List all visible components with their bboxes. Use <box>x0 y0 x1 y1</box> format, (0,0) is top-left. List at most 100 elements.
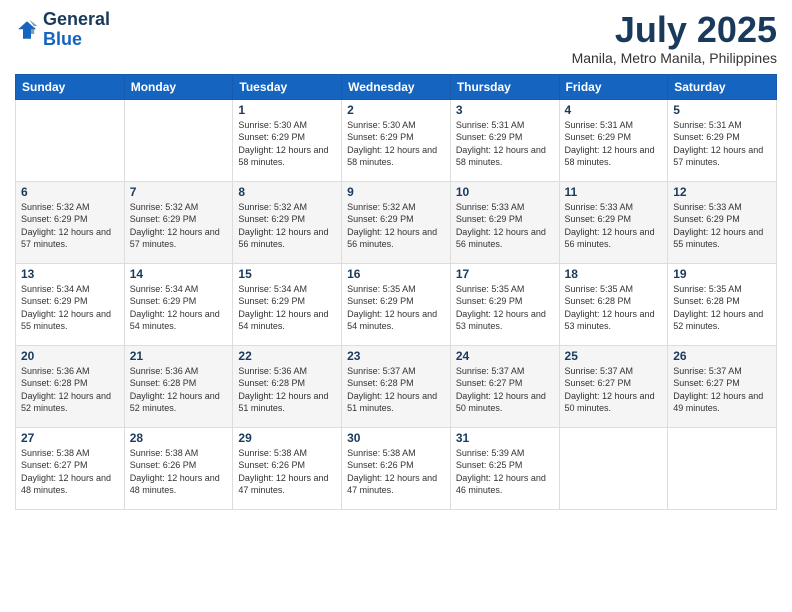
day-number: 23 <box>347 349 445 363</box>
day-number: 25 <box>565 349 663 363</box>
day-info: Sunrise: 5:32 AMSunset: 6:29 PMDaylight:… <box>130 202 220 250</box>
day-info: Sunrise: 5:30 AMSunset: 6:29 PMDaylight:… <box>238 120 328 168</box>
calendar-cell: 9 Sunrise: 5:32 AMSunset: 6:29 PMDayligh… <box>342 181 451 263</box>
day-info: Sunrise: 5:35 AMSunset: 6:29 PMDaylight:… <box>347 284 437 332</box>
calendar-cell: 29 Sunrise: 5:38 AMSunset: 6:26 PMDaylig… <box>233 427 342 509</box>
calendar-cell: 16 Sunrise: 5:35 AMSunset: 6:29 PMDaylig… <box>342 263 451 345</box>
day-info: Sunrise: 5:31 AMSunset: 6:29 PMDaylight:… <box>565 120 655 168</box>
day-number: 11 <box>565 185 663 199</box>
logo-general: General <box>43 9 110 29</box>
logo: General Blue <box>15 10 110 50</box>
day-number: 28 <box>130 431 228 445</box>
calendar-cell: 2 Sunrise: 5:30 AMSunset: 6:29 PMDayligh… <box>342 99 451 181</box>
calendar-cell: 14 Sunrise: 5:34 AMSunset: 6:29 PMDaylig… <box>124 263 233 345</box>
day-number: 30 <box>347 431 445 445</box>
calendar-week-row: 27 Sunrise: 5:38 AMSunset: 6:27 PMDaylig… <box>16 427 777 509</box>
day-info: Sunrise: 5:34 AMSunset: 6:29 PMDaylight:… <box>238 284 328 332</box>
day-number: 9 <box>347 185 445 199</box>
day-info: Sunrise: 5:32 AMSunset: 6:29 PMDaylight:… <box>347 202 437 250</box>
day-info: Sunrise: 5:38 AMSunset: 6:27 PMDaylight:… <box>21 448 111 496</box>
day-info: Sunrise: 5:37 AMSunset: 6:27 PMDaylight:… <box>673 366 763 414</box>
day-info: Sunrise: 5:32 AMSunset: 6:29 PMDaylight:… <box>21 202 111 250</box>
day-number: 22 <box>238 349 336 363</box>
day-number: 14 <box>130 267 228 281</box>
day-info: Sunrise: 5:31 AMSunset: 6:29 PMDaylight:… <box>673 120 763 168</box>
day-info: Sunrise: 5:34 AMSunset: 6:29 PMDaylight:… <box>130 284 220 332</box>
day-number: 5 <box>673 103 771 117</box>
subtitle: Manila, Metro Manila, Philippines <box>572 50 777 66</box>
day-info: Sunrise: 5:37 AMSunset: 6:27 PMDaylight:… <box>565 366 655 414</box>
day-number: 2 <box>347 103 445 117</box>
col-friday: Friday <box>559 74 668 99</box>
calendar-cell: 18 Sunrise: 5:35 AMSunset: 6:28 PMDaylig… <box>559 263 668 345</box>
day-number: 24 <box>456 349 554 363</box>
header: General Blue July 2025 Manila, Metro Man… <box>15 10 777 66</box>
calendar-cell: 8 Sunrise: 5:32 AMSunset: 6:29 PMDayligh… <box>233 181 342 263</box>
calendar-cell: 11 Sunrise: 5:33 AMSunset: 6:29 PMDaylig… <box>559 181 668 263</box>
day-number: 12 <box>673 185 771 199</box>
day-number: 26 <box>673 349 771 363</box>
calendar-week-row: 6 Sunrise: 5:32 AMSunset: 6:29 PMDayligh… <box>16 181 777 263</box>
calendar-week-row: 1 Sunrise: 5:30 AMSunset: 6:29 PMDayligh… <box>16 99 777 181</box>
calendar-cell: 17 Sunrise: 5:35 AMSunset: 6:29 PMDaylig… <box>450 263 559 345</box>
day-info: Sunrise: 5:37 AMSunset: 6:28 PMDaylight:… <box>347 366 437 414</box>
day-number: 31 <box>456 431 554 445</box>
day-info: Sunrise: 5:38 AMSunset: 6:26 PMDaylight:… <box>238 448 328 496</box>
calendar-cell <box>559 427 668 509</box>
day-info: Sunrise: 5:37 AMSunset: 6:27 PMDaylight:… <box>456 366 546 414</box>
day-info: Sunrise: 5:31 AMSunset: 6:29 PMDaylight:… <box>456 120 546 168</box>
calendar-week-row: 13 Sunrise: 5:34 AMSunset: 6:29 PMDaylig… <box>16 263 777 345</box>
day-info: Sunrise: 5:35 AMSunset: 6:28 PMDaylight:… <box>673 284 763 332</box>
calendar-cell: 13 Sunrise: 5:34 AMSunset: 6:29 PMDaylig… <box>16 263 125 345</box>
day-number: 3 <box>456 103 554 117</box>
day-info: Sunrise: 5:36 AMSunset: 6:28 PMDaylight:… <box>238 366 328 414</box>
day-number: 21 <box>130 349 228 363</box>
day-number: 27 <box>21 431 119 445</box>
day-number: 29 <box>238 431 336 445</box>
day-number: 18 <box>565 267 663 281</box>
calendar-cell: 30 Sunrise: 5:38 AMSunset: 6:26 PMDaylig… <box>342 427 451 509</box>
calendar-cell: 22 Sunrise: 5:36 AMSunset: 6:28 PMDaylig… <box>233 345 342 427</box>
day-info: Sunrise: 5:35 AMSunset: 6:28 PMDaylight:… <box>565 284 655 332</box>
day-number: 7 <box>130 185 228 199</box>
logo-icon <box>15 18 39 42</box>
col-wednesday: Wednesday <box>342 74 451 99</box>
logo-text: General Blue <box>43 10 110 50</box>
day-info: Sunrise: 5:33 AMSunset: 6:29 PMDaylight:… <box>673 202 763 250</box>
col-monday: Monday <box>124 74 233 99</box>
calendar-cell: 27 Sunrise: 5:38 AMSunset: 6:27 PMDaylig… <box>16 427 125 509</box>
day-number: 15 <box>238 267 336 281</box>
calendar-table: Sunday Monday Tuesday Wednesday Thursday… <box>15 74 777 510</box>
day-info: Sunrise: 5:39 AMSunset: 6:25 PMDaylight:… <box>456 448 546 496</box>
calendar-cell: 28 Sunrise: 5:38 AMSunset: 6:26 PMDaylig… <box>124 427 233 509</box>
day-info: Sunrise: 5:33 AMSunset: 6:29 PMDaylight:… <box>565 202 655 250</box>
calendar-cell: 20 Sunrise: 5:36 AMSunset: 6:28 PMDaylig… <box>16 345 125 427</box>
day-info: Sunrise: 5:30 AMSunset: 6:29 PMDaylight:… <box>347 120 437 168</box>
day-number: 1 <box>238 103 336 117</box>
main-title: July 2025 <box>572 10 777 50</box>
logo-blue: Blue <box>43 29 82 49</box>
day-number: 10 <box>456 185 554 199</box>
col-thursday: Thursday <box>450 74 559 99</box>
calendar-cell: 26 Sunrise: 5:37 AMSunset: 6:27 PMDaylig… <box>668 345 777 427</box>
page: General Blue July 2025 Manila, Metro Man… <box>0 0 792 612</box>
calendar-cell <box>124 99 233 181</box>
calendar-cell: 1 Sunrise: 5:30 AMSunset: 6:29 PMDayligh… <box>233 99 342 181</box>
calendar-cell: 25 Sunrise: 5:37 AMSunset: 6:27 PMDaylig… <box>559 345 668 427</box>
calendar-week-row: 20 Sunrise: 5:36 AMSunset: 6:28 PMDaylig… <box>16 345 777 427</box>
day-info: Sunrise: 5:32 AMSunset: 6:29 PMDaylight:… <box>238 202 328 250</box>
day-number: 4 <box>565 103 663 117</box>
day-number: 19 <box>673 267 771 281</box>
day-info: Sunrise: 5:36 AMSunset: 6:28 PMDaylight:… <box>130 366 220 414</box>
calendar-cell <box>668 427 777 509</box>
calendar-cell <box>16 99 125 181</box>
calendar-cell: 5 Sunrise: 5:31 AMSunset: 6:29 PMDayligh… <box>668 99 777 181</box>
day-info: Sunrise: 5:38 AMSunset: 6:26 PMDaylight:… <box>347 448 437 496</box>
calendar-cell: 6 Sunrise: 5:32 AMSunset: 6:29 PMDayligh… <box>16 181 125 263</box>
calendar-cell: 23 Sunrise: 5:37 AMSunset: 6:28 PMDaylig… <box>342 345 451 427</box>
calendar-header-row: Sunday Monday Tuesday Wednesday Thursday… <box>16 74 777 99</box>
calendar-cell: 15 Sunrise: 5:34 AMSunset: 6:29 PMDaylig… <box>233 263 342 345</box>
day-info: Sunrise: 5:33 AMSunset: 6:29 PMDaylight:… <box>456 202 546 250</box>
title-area: July 2025 Manila, Metro Manila, Philippi… <box>572 10 777 66</box>
col-tuesday: Tuesday <box>233 74 342 99</box>
